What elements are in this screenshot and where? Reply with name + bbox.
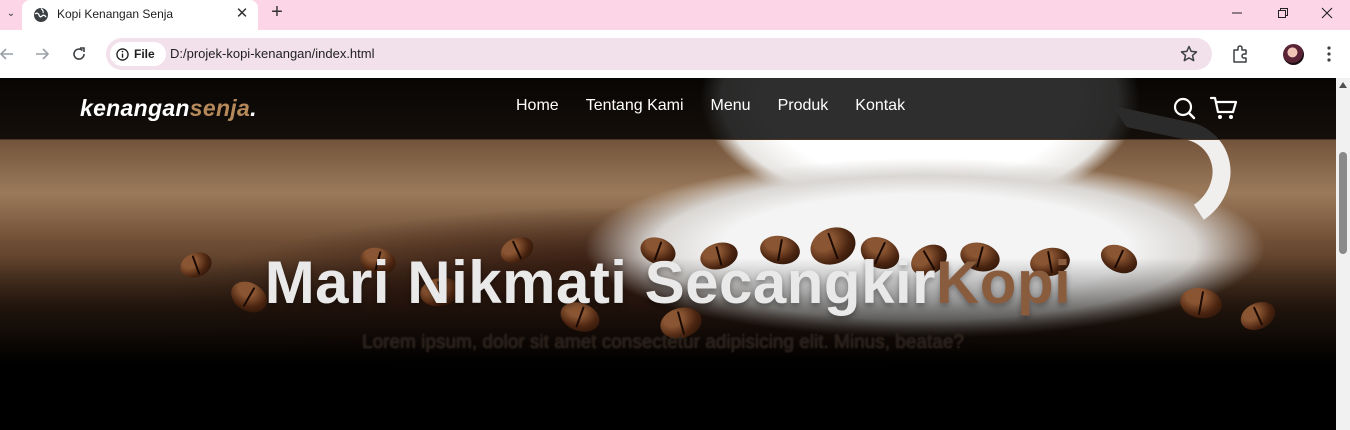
- scrollbar-thumb[interactable]: [1339, 152, 1347, 254]
- nav-menu: Home Tentang Kami Menu Produk Kontak: [516, 97, 932, 115]
- vertical-scrollbar[interactable]: [1336, 78, 1350, 430]
- browser-toolbar: File D:/projek-kopi-kenangan/index.html: [0, 30, 1350, 78]
- maximize-button[interactable]: [1260, 0, 1306, 26]
- hero-title-main: Mari Nikmati Secangkir: [264, 249, 936, 316]
- scroll-up-arrow-icon[interactable]: [1339, 82, 1347, 88]
- search-icon[interactable]: [1171, 95, 1197, 121]
- chip-label: File: [134, 47, 155, 61]
- nav-link-produk[interactable]: Produk: [778, 97, 829, 115]
- globe-icon: [34, 8, 48, 22]
- tab-strip: ⌄ Kopi Kenangan Senja ✕ +: [0, 0, 1350, 30]
- url-text[interactable]: D:/projek-kopi-kenangan/index.html: [170, 46, 375, 61]
- hero-title: Mari Nikmati SecangkirKopi: [0, 248, 1336, 317]
- logo-main: kenangan: [80, 95, 190, 121]
- tab-title: Kopi Kenangan Senja: [57, 7, 174, 21]
- nav-link-menu[interactable]: Menu: [711, 97, 751, 115]
- profile-avatar[interactable]: [1283, 44, 1304, 65]
- logo-accent: senja: [189, 95, 251, 121]
- address-bar[interactable]: File D:/projek-kopi-kenangan/index.html: [106, 38, 1212, 70]
- nav-link-kontak[interactable]: Kontak: [855, 97, 905, 115]
- tab-search-button[interactable]: ⌄: [0, 0, 22, 26]
- restore-icon: [1278, 8, 1288, 18]
- forward-arrow-icon: [36, 48, 50, 60]
- shopping-cart-icon[interactable]: [1210, 95, 1238, 121]
- forward-button[interactable]: [31, 43, 53, 65]
- hero-subtitle: Lorem ipsum, dolor sit amet consectetur …: [362, 332, 964, 353]
- extensions-icon[interactable]: [1229, 43, 1251, 65]
- back-arrow-icon: [0, 48, 13, 60]
- site-navbar: kenangansenja. Home Tentang Kami Menu Pr…: [0, 78, 1336, 140]
- site-logo[interactable]: kenangansenja.: [80, 95, 257, 122]
- nav-link-home[interactable]: Home: [516, 97, 559, 115]
- reload-icon: [73, 47, 85, 60]
- nav-link-tentang-kami[interactable]: Tentang Kami: [586, 97, 684, 115]
- kebab-menu-icon[interactable]: [1318, 43, 1340, 65]
- active-tab[interactable]: Kopi Kenangan Senja ✕: [22, 0, 258, 30]
- tab-close-icon[interactable]: ✕: [232, 4, 252, 24]
- logo-dot: .: [250, 95, 257, 121]
- bookmark-star-icon[interactable]: [1178, 43, 1200, 65]
- reload-button[interactable]: [68, 43, 90, 65]
- site-info-chip[interactable]: File: [110, 42, 166, 66]
- back-button[interactable]: [0, 43, 18, 65]
- close-icon: [1321, 7, 1333, 19]
- page-viewport: Mari Nikmati SecangkirKopi Lorem ipsum, …: [0, 78, 1336, 430]
- info-icon: [116, 47, 129, 61]
- close-window-button[interactable]: [1304, 0, 1350, 26]
- hero-title-accent: Kopi: [935, 249, 1072, 316]
- minimize-button[interactable]: [1214, 0, 1260, 26]
- chevron-down-icon: ⌄: [6, 7, 16, 19]
- minimize-icon: [1232, 12, 1242, 14]
- new-tab-button[interactable]: +: [266, 2, 288, 24]
